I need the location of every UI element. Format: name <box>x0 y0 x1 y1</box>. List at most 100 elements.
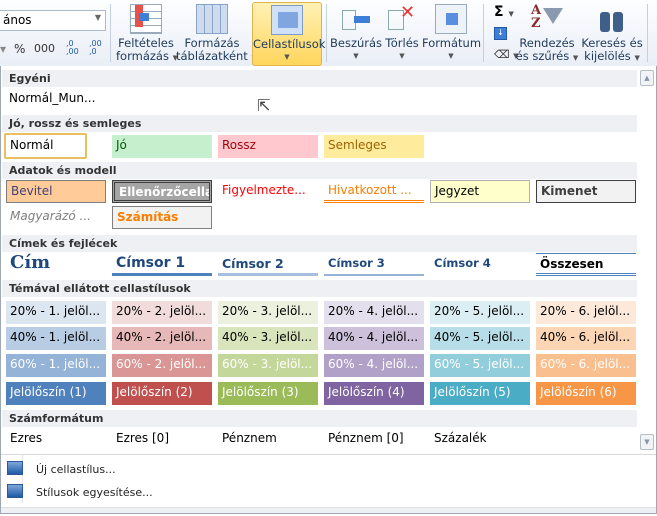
find-select-button[interactable]: Keresés és kijelölés ▼ <box>580 2 644 65</box>
delete-button[interactable]: ✕ Törlés ▼ <box>384 2 420 63</box>
style-input[interactable]: Bevitel <box>6 180 106 203</box>
cell-styles-button[interactable]: Cellastílusok ▼ <box>252 2 325 66</box>
format-button[interactable]: Formátum ▼ <box>422 2 482 63</box>
style-themed-3-6[interactable]: 60% - 6. jelöl... <box>536 354 636 377</box>
button-label: Beszúrás <box>330 36 383 50</box>
binoculars-icon <box>596 4 628 34</box>
style-heading-4[interactable]: Címsor 4 <box>430 253 530 276</box>
style-heading-1[interactable]: Címsor 1 <box>112 253 212 276</box>
number-format-select[interactable]: ános ▼ <box>0 10 106 31</box>
style-calculation[interactable]: Számítás <box>112 206 212 229</box>
ribbon: ános ▼ ▾ % 000 ,0 ,00 ,00 ,0 Feltételes f… <box>0 0 657 68</box>
section-header-data-model: Adatok és modell <box>2 162 637 179</box>
style-currency-0[interactable]: Pénznem [0] <box>324 428 424 451</box>
style-themed-1-3[interactable]: 20% - 3. jelöl... <box>218 301 318 324</box>
button-label: formázás <box>116 49 169 63</box>
style-total[interactable]: Összesen <box>536 253 636 276</box>
format-as-table-button[interactable]: Formázás táblázatként ▼ <box>176 2 257 65</box>
sort-filter-button[interactable]: AZ Rendezés és szűrés ▼ <box>514 2 580 65</box>
dropdown-arrow-icon[interactable]: ▾ <box>0 42 6 56</box>
insert-cells-icon <box>340 4 372 34</box>
chevron-down-icon: ▼ <box>94 13 101 22</box>
section-header-titles: Címek és fejlécek <box>2 235 637 252</box>
decrease-decimal-button[interactable]: ,00 ,0 <box>89 40 105 56</box>
style-title[interactable]: Cím <box>6 251 106 277</box>
insert-button[interactable]: Beszúrás ▼ <box>330 2 382 63</box>
style-themed-4-5[interactable]: Jelölőszín (5) <box>430 382 530 405</box>
style-themed-1-5[interactable]: 20% - 5. jelöl... <box>430 301 530 324</box>
style-themed-1-1[interactable]: 20% - 1. jelöl... <box>6 301 106 324</box>
style-themed-2-6[interactable]: 40% - 6. jelöl... <box>536 327 636 350</box>
button-label: Formátum <box>422 36 482 50</box>
style-themed-4-2[interactable]: Jelölőszín (2) <box>112 382 212 405</box>
style-percent[interactable]: Százalék <box>430 428 530 451</box>
style-bad[interactable]: Rossz <box>218 135 318 158</box>
merge-styles-icon <box>7 484 23 498</box>
style-themed-2-5[interactable]: 40% - 5. jelöl... <box>430 327 530 350</box>
style-good[interactable]: Jó <box>112 135 212 158</box>
gallery-menu: Új cellastílus... Stílusok egyesítése... <box>1 454 656 506</box>
section-header-good-bad-neutral: Jó, rossz és semleges <box>2 115 637 132</box>
style-warning-text[interactable]: Figyelmezte... <box>218 180 318 203</box>
style-themed-3-2[interactable]: 60% - 2. jelöl... <box>112 354 212 377</box>
sort-filter-icon: AZ <box>531 4 563 34</box>
cell-styles-gallery: ▲ ▼ Egyéni Normál_Mun... ⇱ Jó, rossz és … <box>0 66 657 514</box>
style-normal[interactable]: Normál <box>4 133 87 159</box>
scroll-up-button[interactable]: ▲ <box>640 70 654 86</box>
style-themed-4-3[interactable]: Jelölőszín (3) <box>218 382 318 405</box>
style-heading-3[interactable]: Címsor 3 <box>324 253 424 276</box>
cell-styles-icon <box>271 5 303 35</box>
new-cell-style-icon <box>7 461 23 475</box>
style-themed-3-1[interactable]: 60% - 1. jelöl... <box>6 354 106 377</box>
style-neutral[interactable]: Semleges <box>324 135 424 158</box>
delete-cells-icon: ✕ <box>386 4 418 34</box>
style-themed-2-3[interactable]: 40% - 3. jelöl... <box>218 327 318 350</box>
style-themed-2-1[interactable]: 40% - 1. jelöl... <box>6 327 106 350</box>
button-label: Törlés <box>385 36 419 50</box>
style-output[interactable]: Kimenet <box>536 180 636 203</box>
merge-styles-menu-item[interactable]: Stílusok egyesítése... <box>36 486 153 499</box>
style-themed-3-3[interactable]: 60% - 3. jelöl... <box>218 354 318 377</box>
conditional-formatting-button[interactable]: Feltételes formázás ▼ <box>116 2 178 65</box>
style-themed-3-5[interactable]: 60% - 5. jelöl... <box>430 354 530 377</box>
style-themed-1-4[interactable]: 20% - 4. jelöl... <box>324 301 424 324</box>
button-label: kijelölés <box>584 49 631 63</box>
fill-icon[interactable]: ↓ <box>494 27 507 40</box>
style-comma-0[interactable]: Ezres [0] <box>112 428 212 451</box>
section-header-number-format: Számformátum <box>2 410 637 427</box>
style-themed-3-4[interactable]: 60% - 4. jelöl... <box>324 354 424 377</box>
scroll-down-button[interactable]: ▼ <box>640 434 654 450</box>
style-themed-1-2[interactable]: 20% - 2. jelöl... <box>112 301 212 324</box>
style-check-cell[interactable]: Ellenőrzőcella <box>112 180 212 203</box>
style-themed-4-4[interactable]: Jelölőszín (4) <box>324 382 424 405</box>
mouse-cursor-icon: ⇱ <box>257 96 271 115</box>
percent-button[interactable]: % <box>14 42 25 56</box>
style-themed-1-6[interactable]: 20% - 6. jelöl... <box>536 301 636 324</box>
group-divider <box>483 4 484 62</box>
style-themed-4-1[interactable]: Jelölőszín (1) <box>6 382 106 405</box>
style-themed-2-4[interactable]: 40% - 4. jelöl... <box>324 327 424 350</box>
autosum-button[interactable]: Σ ▼ <box>494 4 514 20</box>
style-normal-mun[interactable]: Normál_Mun... <box>5 88 145 111</box>
group-divider <box>110 4 111 62</box>
style-heading-2[interactable]: Címsor 2 <box>218 253 318 276</box>
style-explanatory-text[interactable]: Magyarázó ... <box>6 206 106 229</box>
thousands-button[interactable]: 000 <box>34 42 55 55</box>
sigma-icon: Σ <box>494 4 504 20</box>
style-comma[interactable]: Ezres <box>6 428 106 451</box>
format-cells-icon <box>435 4 467 34</box>
group-divider <box>326 4 327 62</box>
style-themed-4-6[interactable]: Jelölőszín (6) <box>536 382 636 405</box>
new-cell-style-menu-item[interactable]: Új cellastílus... <box>36 463 116 476</box>
style-linked-cell[interactable]: Hivatkozott ... <box>324 180 424 203</box>
conditional-formatting-icon <box>130 4 162 34</box>
style-currency[interactable]: Pénznem <box>218 428 318 451</box>
style-themed-2-2[interactable]: 40% - 2. jelöl... <box>112 327 212 350</box>
style-note[interactable]: Jegyzet <box>430 180 530 203</box>
group-divider <box>647 4 648 62</box>
increase-decimal-button[interactable]: ,0 ,00 <box>66 40 82 56</box>
format-as-table-icon <box>196 4 228 34</box>
section-header-custom: Egyéni <box>2 70 637 87</box>
resize-grip[interactable] <box>1 507 656 513</box>
section-header-themed: Témával ellátott cellastílusok <box>2 280 637 297</box>
